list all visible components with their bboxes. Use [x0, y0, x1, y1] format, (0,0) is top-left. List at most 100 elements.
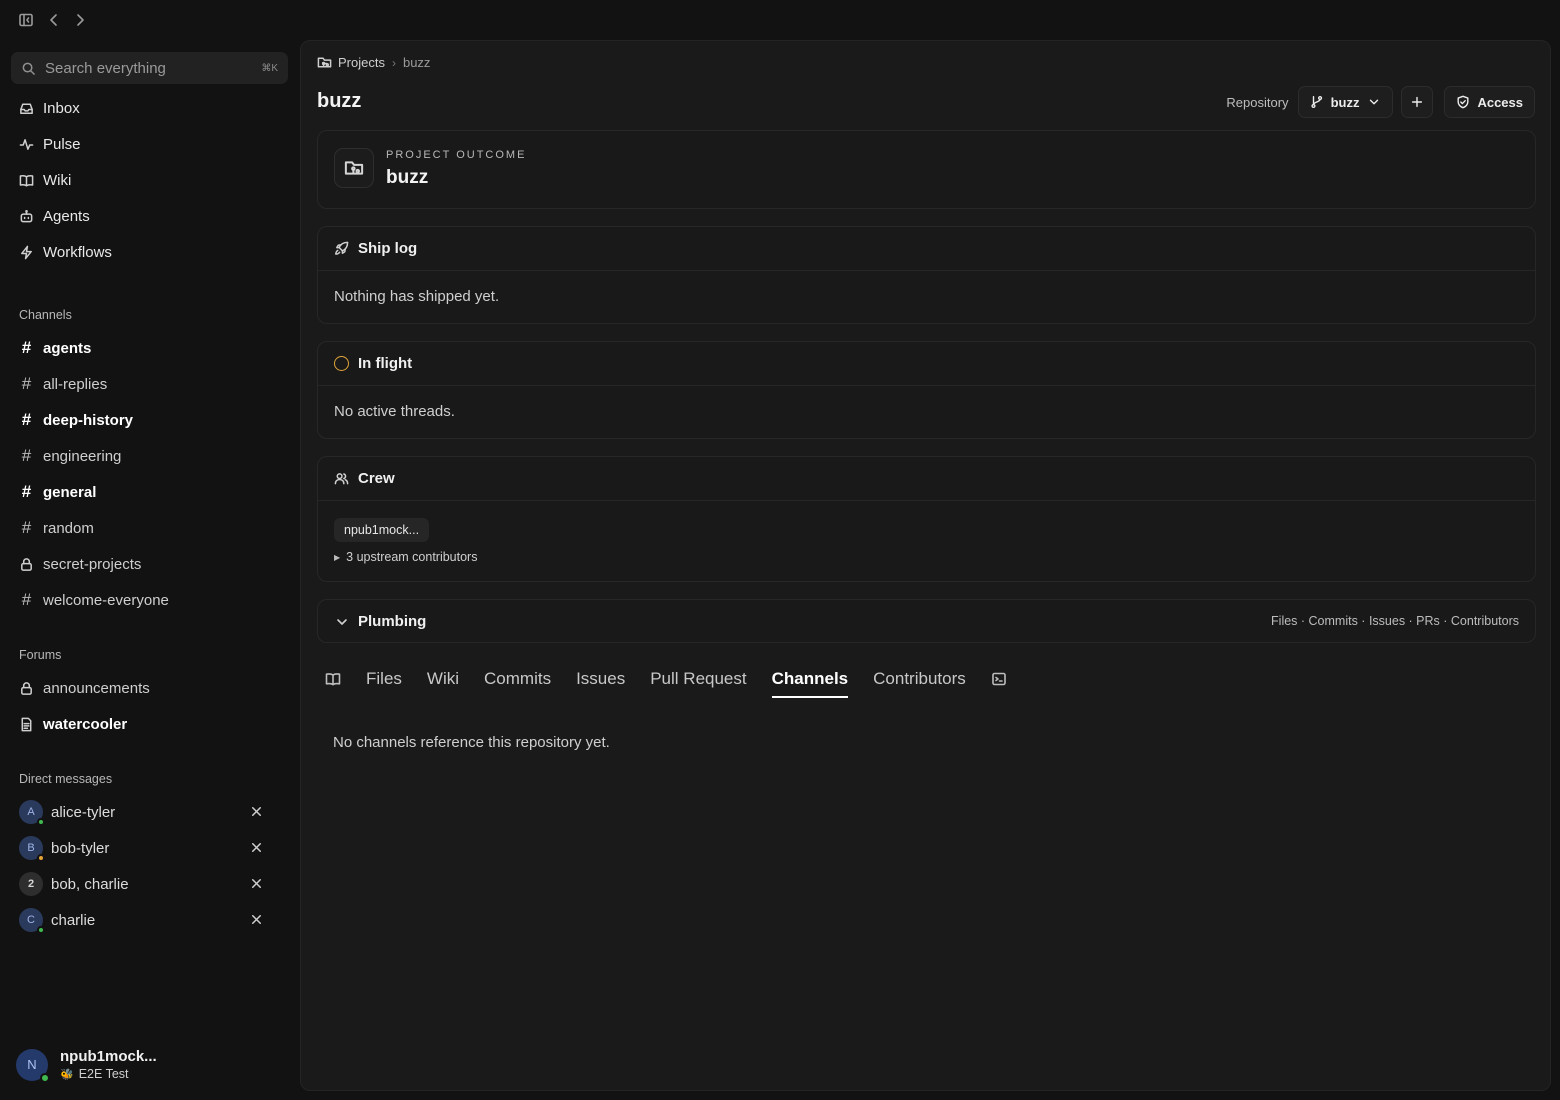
avatar-initial: A [27, 806, 35, 818]
upstream-contributors-label: 3 upstream contributors [346, 550, 478, 564]
sidebar-item-channel-deep-history[interactable]: # deep-history [11, 404, 288, 436]
access-button[interactable]: Access [1444, 86, 1535, 118]
dm-item-charlie[interactable]: C charlie [11, 904, 288, 936]
close-icon[interactable] [249, 876, 264, 891]
breadcrumb-projects[interactable]: Projects [338, 55, 385, 70]
shield-check-icon [1456, 95, 1470, 109]
sidebar-item-channel-agents[interactable]: # agents [11, 332, 288, 364]
lock-icon [19, 557, 43, 572]
tab-commits[interactable]: Commits [484, 661, 551, 697]
avatar: C [19, 908, 45, 934]
ship-log-header: Ship log [318, 227, 1535, 271]
sidebar-item-channel-all-replies[interactable]: # all-replies [11, 368, 288, 400]
tab-wiki[interactable]: Wiki [427, 661, 459, 697]
sidebar-item-inbox[interactable]: Inbox [11, 92, 288, 124]
dm-item-bob-charlie[interactable]: 2 bob, charlie [11, 868, 288, 900]
user-profile[interactable]: N npub1mock... 🐝 E2E Test [16, 1048, 157, 1083]
channels-empty-message: No channels reference this repository ye… [333, 734, 610, 751]
project-outcome-title: buzz [386, 167, 429, 188]
plus-icon [1410, 95, 1424, 109]
close-icon[interactable] [249, 840, 264, 855]
back-arrow-icon[interactable] [46, 12, 62, 28]
book-open-icon [325, 671, 341, 687]
repository-label: Repository [1226, 94, 1289, 110]
project-outcome-kicker: PROJECT OUTCOME [386, 149, 527, 161]
avatar-initial: N [27, 1057, 37, 1072]
tab-readme[interactable] [325, 661, 341, 697]
sidebar-item-label: Inbox [43, 99, 80, 117]
crew-member-chip[interactable]: npub1mock... [334, 518, 430, 542]
folder-git-icon [317, 55, 338, 70]
add-button[interactable] [1401, 86, 1434, 118]
user-status-text: E2E Test [78, 1067, 129, 1081]
sidebar-item-channel-engineering[interactable]: # engineering [11, 440, 288, 472]
group-avatar: 2 [19, 872, 43, 896]
sidebar-item-forum-announcements[interactable]: announcements [11, 672, 288, 704]
avatar-initial: B [27, 842, 35, 854]
tab-files[interactable]: Files [366, 661, 402, 697]
plumbing-card[interactable]: Plumbing Files · Commits · Issues · PRs … [317, 599, 1536, 643]
chevron-down-icon[interactable] [334, 614, 349, 629]
tab-issues[interactable]: Issues [576, 661, 625, 697]
in-flight-empty-text: No active threads. [334, 403, 455, 420]
channels-section-label: Channels [19, 308, 72, 322]
dm-label: bob-tyler [51, 839, 110, 857]
book-icon [19, 173, 43, 188]
search-shortcut: ⌘K [261, 62, 278, 74]
sidebar-item-channel-welcome-everyone[interactable]: # welcome-everyone [11, 584, 288, 616]
channel-label: deep-history [43, 411, 134, 429]
channel-label: general [43, 483, 97, 501]
triangle-right-icon: ▶ [334, 552, 341, 562]
channel-label: agents [43, 339, 92, 357]
chevron-down-icon [1367, 95, 1381, 109]
sidebar-item-label: Agents [43, 207, 90, 225]
tab-terminal[interactable] [991, 661, 1007, 697]
sidebar-item-channel-general[interactable]: # general [11, 476, 288, 508]
sidebar-item-forum-watercooler[interactable]: watercooler [11, 708, 288, 740]
lock-icon [19, 681, 43, 696]
terminal-icon [991, 671, 1007, 687]
forward-arrow-icon[interactable] [72, 12, 88, 28]
close-icon[interactable] [249, 912, 264, 927]
sidebar-item-label: Workflows [43, 243, 112, 261]
away-status-dot [37, 854, 45, 862]
sidebar-item-agents[interactable]: Agents [11, 200, 288, 232]
close-icon[interactable] [249, 804, 264, 819]
inbox-icon [19, 101, 43, 116]
upstream-contributors-toggle[interactable]: ▶ 3 upstream contributors [334, 550, 477, 564]
hash-icon: # [21, 518, 32, 537]
sidebar-item-pulse[interactable]: Pulse [11, 128, 288, 160]
lightning-icon [19, 245, 43, 260]
channel-label: engineering [43, 447, 122, 465]
branch-selector-button[interactable]: buzz [1297, 86, 1394, 118]
in-flight-title: In flight [358, 355, 413, 372]
channel-label: welcome-everyone [43, 591, 169, 609]
pulse-icon [19, 137, 43, 152]
forum-label: announcements [43, 679, 150, 697]
hash-icon: # [21, 446, 32, 465]
channel-label: all-replies [43, 375, 108, 393]
sidebar-item-channel-secret-projects[interactable]: secret-projects [11, 548, 288, 580]
bee-emoji-icon: 🐝 [60, 1068, 74, 1081]
sidebar-item-channel-random[interactable]: # random [11, 512, 288, 544]
search-input[interactable]: Search everything ⌘K [11, 52, 288, 84]
branch-label: buzz [1330, 94, 1360, 110]
user-name: npub1mock... [60, 1048, 157, 1065]
sidebar-item-wiki[interactable]: Wiki [11, 164, 288, 196]
in-flight-card: In flight No active threads. [317, 341, 1536, 439]
bot-icon [19, 209, 43, 224]
dm-item-bob-tyler[interactable]: B bob-tyler [11, 832, 288, 864]
user-avatar[interactable]: N [16, 1048, 50, 1083]
dm-item-alice-tyler[interactable]: A alice-tyler [11, 796, 288, 828]
tab-pull-request[interactable]: Pull Request [650, 661, 746, 697]
avatar-initial: C [27, 914, 35, 926]
sidebar-item-workflows[interactable]: Workflows [11, 236, 288, 268]
tab-contributors[interactable]: Contributors [873, 661, 966, 697]
page-title: buzz [317, 90, 362, 112]
tab-channels[interactable]: Channels [771, 661, 848, 698]
forum-label: watercooler [43, 715, 128, 733]
breadcrumb-current: buzz [402, 55, 431, 70]
sidebar-toggle-icon[interactable] [18, 12, 34, 28]
header-actions: Repository buzz Access [1226, 86, 1535, 118]
sidebar: Search everything ⌘K Inbox Pulse Wiki Ag… [0, 40, 300, 1100]
